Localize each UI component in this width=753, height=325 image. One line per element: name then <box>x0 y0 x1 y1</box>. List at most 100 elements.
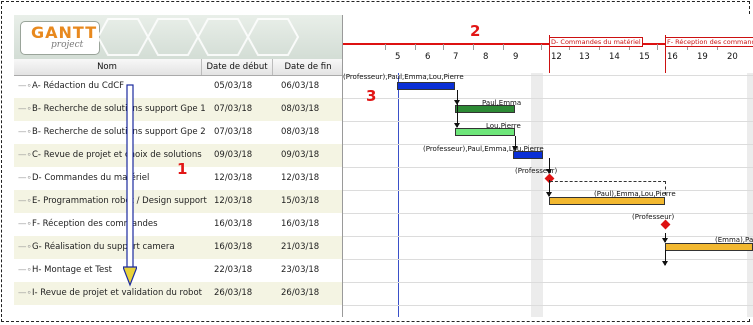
chart-row-line <box>343 305 753 306</box>
tree-node-icon: —∘ <box>18 173 32 183</box>
task-name: E- Programmation robot / Design support <box>32 196 207 206</box>
timeline-day-label: 20 <box>727 52 738 62</box>
bar-resource-label: (Professeur) <box>632 213 675 221</box>
dependency-line <box>457 90 458 127</box>
chart-row-line <box>343 282 753 283</box>
task-end-date: 06/03/18 <box>281 81 320 91</box>
timeline-tick <box>657 44 658 50</box>
milestone-diamond[interactable] <box>660 219 671 230</box>
table-row[interactable]: —∘ I- Revue de projet et validation du ro… <box>14 282 342 305</box>
milestone-label[interactable]: F- Réception des commande <box>665 37 753 47</box>
table-row[interactable]: —∘ A- Rédaction du CdCF 05/03/18 06/03/18 <box>14 75 342 98</box>
column-header-end[interactable]: Date de fin <box>272 59 343 75</box>
bar-resource-label: Paul,Emma <box>482 99 522 107</box>
task-bar[interactable] <box>397 82 455 90</box>
task-start-date: 16/03/18 <box>214 242 253 252</box>
task-bar[interactable] <box>665 243 753 251</box>
milestone-label[interactable]: D- Commandes du matériel <box>549 37 643 47</box>
tree-node-icon: —∘ <box>18 104 32 114</box>
task-end-date: 09/03/18 <box>281 150 320 160</box>
chart-row-line <box>343 98 753 99</box>
table-row[interactable]: —∘ B- Recherche de solutions support Gpe … <box>14 98 342 121</box>
column-header-name[interactable]: Nom <box>14 59 200 75</box>
logo-area: GANTT project <box>14 15 342 60</box>
timeline-tick <box>385 44 386 50</box>
today-line <box>398 73 399 317</box>
dependency-arrow-icon <box>662 261 668 266</box>
table-row[interactable]: —∘ F- Réception des commandes 16/03/18 16/0… <box>14 213 342 236</box>
bar-resource-label: (Emma),Paul <box>715 236 753 244</box>
timeline-day-label: 13 <box>579 52 590 62</box>
table-row[interactable]: —∘ B- Recherche de solutions support Gpe … <box>14 121 342 144</box>
task-start-date: 07/03/18 <box>214 127 253 137</box>
chart-row-line <box>343 121 753 122</box>
task-end-date: 23/03/18 <box>281 265 320 275</box>
annotation-down-arrow-icon <box>123 84 137 287</box>
timeline-day-label: 19 <box>697 52 708 62</box>
timeline-day-label: 6 <box>425 52 431 62</box>
gantt-chart: 5 6 7 8 9 12 13 14 15 16 19 20 D- Commandes du matér… <box>343 15 753 317</box>
annotation-3: 3 <box>366 87 377 105</box>
bar-resource-label: (Professeur),Paul,Emma,Lou,Pierre <box>343 73 464 81</box>
timeline-day-label: 5 <box>395 52 401 62</box>
task-name: B- Recherche de solutions support Gpe 2 <box>32 127 206 137</box>
task-end-date: 08/03/18 <box>281 127 320 137</box>
task-table-header: Nom Date de début Date de fin <box>14 59 342 76</box>
task-name: I- Revue de projet et validation du robo… <box>32 288 202 298</box>
timeline-tick <box>473 44 474 50</box>
table-row[interactable]: —∘ G- Réalisation du support camera 16/03/… <box>14 236 342 259</box>
task-end-date: 21/03/18 <box>281 242 320 252</box>
task-start-date: 05/03/18 <box>214 81 253 91</box>
weekend-shade <box>747 73 753 317</box>
milestone-marker <box>665 35 666 73</box>
milestone-marker <box>549 35 550 73</box>
task-start-date: 09/03/18 <box>214 150 253 160</box>
weekend-shade <box>531 73 543 317</box>
task-name: A- Rédaction du CdCF <box>32 81 125 91</box>
timeline-tick <box>443 44 444 50</box>
table-row[interactable]: —∘ E- Programmation robot / Design suppor… <box>14 190 342 213</box>
timeline-day-label: 16 <box>667 52 678 62</box>
task-name: H- Montage et Test <box>32 265 112 275</box>
dependency-arrow-icon <box>662 238 668 243</box>
tree-node-icon: —∘ <box>18 265 32 275</box>
task-bar[interactable] <box>549 197 665 205</box>
task-start-date: 12/03/18 <box>214 196 253 206</box>
task-end-date: 26/03/18 <box>281 288 320 298</box>
bar-resource-label: (Professeur) <box>515 167 558 175</box>
timeline-day-label: 15 <box>639 52 650 62</box>
tree-node-icon: —∘ <box>18 127 32 137</box>
task-start-date: 16/03/18 <box>214 219 253 229</box>
tree-node-icon: —∘ <box>18 81 32 91</box>
timeline-day-label: 7 <box>453 52 459 62</box>
chart-row-line <box>343 190 753 191</box>
logo-decoration-icon <box>98 18 300 56</box>
tree-node-icon: —∘ <box>18 219 32 229</box>
bar-resource-label: (Paul),Emma,Lou,Pierre <box>594 190 676 198</box>
tree-node-icon: —∘ <box>18 288 32 298</box>
ganttproject-logo: GANTT project <box>20 21 100 55</box>
task-name: G- Réalisation du support camera <box>32 242 175 252</box>
task-name: B- Recherche de solutions support Gpe 1 <box>32 104 206 114</box>
column-header-start[interactable]: Date de début <box>201 59 272 75</box>
chart-row-line <box>343 236 753 237</box>
timeline-tick <box>415 44 416 50</box>
bar-resource-label: (Professeur),Paul,Emma,Lou,Pierre <box>423 145 544 153</box>
screenshot: GANTT project Nom Date de début Date de … <box>0 0 753 325</box>
dependency-arrow-icon <box>546 192 552 197</box>
task-end-date: 12/03/18 <box>281 173 320 183</box>
bar-resource-label: Lou,Pierre <box>486 122 521 130</box>
dependency-dashed-line <box>550 181 666 182</box>
chart-row-line <box>343 213 753 214</box>
task-end-date: 08/03/18 <box>281 104 320 114</box>
timeline-day-label: 9 <box>513 52 519 62</box>
task-start-date: 07/03/18 <box>214 104 253 114</box>
timeline-tick <box>503 44 504 50</box>
timeline-day-label: 14 <box>609 52 620 62</box>
timeline-header: 5 6 7 8 9 12 13 14 15 16 19 20 D- Commandes du matér… <box>343 15 753 76</box>
table-row[interactable]: —∘ H- Montage et Test 22/03/18 23/03/18 <box>14 259 342 282</box>
task-start-date: 22/03/18 <box>214 265 253 275</box>
timeline-day-label: 12 <box>551 52 562 62</box>
task-start-date: 26/03/18 <box>214 288 253 298</box>
annotation-1: 1 <box>177 160 188 178</box>
